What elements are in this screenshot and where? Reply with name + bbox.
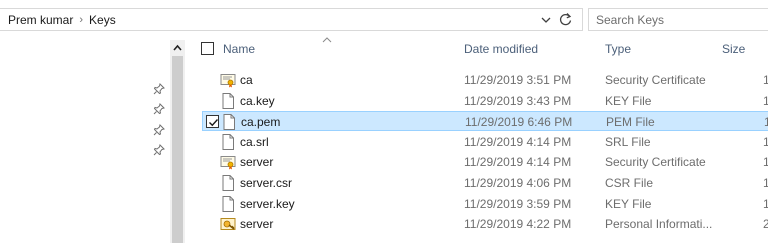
- checkmark-icon: [209, 119, 219, 127]
- column-header-size[interactable]: Size: [722, 42, 745, 56]
- file-date-modified: 11/29/2019 3:51 PM: [464, 73, 572, 87]
- file-size: 1: [763, 134, 768, 149]
- file-size: 1: [763, 176, 768, 190]
- file-name: ca.pem: [241, 115, 281, 130]
- refresh-icon: [559, 13, 572, 26]
- file-name: server.csr: [240, 176, 293, 190]
- file-size: 1: [763, 196, 768, 211]
- file-type: Security Certificate: [605, 155, 706, 170]
- file-row[interactable]: server 11/29/2019 4:14 PM Security Certi…: [202, 152, 768, 172]
- toolbar: Prem kumar › Keys Search Keys: [0, 0, 768, 40]
- file-date-modified: 11/29/2019 4:06 PM: [464, 176, 572, 190]
- pin-icon[interactable]: [153, 103, 165, 115]
- file-date-modified: 11/29/2019 4:14 PM: [464, 134, 572, 149]
- file-type: Personal Informati...: [605, 217, 713, 232]
- file-date-modified: 11/29/2019 3:59 PM: [464, 196, 572, 211]
- file-size: 1: [763, 93, 768, 108]
- file-row[interactable]: ca.key 11/29/2019 3:43 PM KEY File 1: [202, 91, 768, 111]
- document-icon: [221, 114, 237, 131]
- sort-ascending-icon: [322, 37, 332, 43]
- file-row[interactable]: server 11/29/2019 4:22 PM Personal Infor…: [202, 214, 768, 234]
- file-date-modified: 11/29/2019 4:22 PM: [464, 217, 572, 232]
- file-row[interactable]: ca 11/29/2019 3:51 PM Security Certifica…: [202, 70, 768, 90]
- document-icon: [220, 175, 236, 191]
- column-header-name[interactable]: Name: [223, 42, 255, 56]
- file-size: 2: [763, 217, 768, 232]
- breadcrumb-item-prem-kumar[interactable]: Prem kumar: [8, 13, 73, 27]
- file-row[interactable]: ca.pem 11/29/2019 6:46 PM PEM File 1: [202, 111, 768, 132]
- file-name: ca.srl: [240, 134, 269, 149]
- file-name: server: [240, 217, 274, 232]
- file-name: server.key: [240, 196, 295, 211]
- breadcrumb-item-keys[interactable]: Keys: [89, 13, 116, 27]
- pin-icon[interactable]: [153, 144, 165, 156]
- column-header-type[interactable]: Type: [605, 42, 631, 56]
- file-name: ca: [240, 73, 253, 87]
- select-all-checkbox[interactable]: [201, 42, 214, 55]
- file-type: Security Certificate: [605, 73, 706, 87]
- certificate-icon: [220, 72, 236, 88]
- search-box[interactable]: Search Keys: [588, 8, 768, 31]
- personal-info-exchange-icon: [220, 216, 236, 232]
- file-name: ca.key: [240, 93, 275, 108]
- file-row[interactable]: server.key 11/29/2019 3:59 PM KEY File 1: [202, 194, 768, 214]
- file-name: server: [240, 155, 274, 170]
- scrollbar-thumb[interactable]: [172, 56, 183, 243]
- chevron-down-icon: [541, 17, 551, 23]
- column-header-row: Name Date modified Type Size: [185, 37, 768, 68]
- breadcrumb: Prem kumar › Keys: [8, 12, 116, 28]
- document-icon: [220, 92, 236, 109]
- file-row[interactable]: server.csr 11/29/2019 4:06 PM CSR File 1: [202, 173, 768, 193]
- file-list: Name Date modified Type Size ca 11/29/20…: [185, 37, 768, 243]
- breadcrumb-separator[interactable]: ›: [79, 14, 83, 26]
- file-type: SRL File: [605, 134, 651, 149]
- scroll-up-arrow-icon[interactable]: [171, 42, 184, 54]
- address-bar[interactable]: Prem kumar › Keys: [0, 8, 583, 31]
- certificate-icon: [220, 154, 236, 170]
- pin-icon[interactable]: [153, 83, 165, 95]
- column-header-date-modified[interactable]: Date modified: [464, 42, 538, 56]
- search-input[interactable]: Search Keys: [596, 13, 664, 27]
- file-date-modified: 11/29/2019 4:14 PM: [464, 155, 572, 170]
- navigation-scrollbar[interactable]: [170, 40, 185, 243]
- file-size: 1: [763, 155, 768, 170]
- file-type: KEY File: [605, 93, 652, 108]
- pin-icon[interactable]: [153, 124, 165, 136]
- row-checkbox[interactable]: [206, 115, 219, 129]
- refresh-button[interactable]: [558, 11, 574, 28]
- document-icon: [220, 195, 236, 212]
- file-type: PEM File: [606, 115, 655, 130]
- navigation-pane: [0, 40, 170, 243]
- address-history-dropdown[interactable]: [540, 13, 552, 27]
- file-size: 1: [764, 115, 768, 130]
- file-row[interactable]: ca.srl 11/29/2019 4:14 PM SRL File 1: [202, 132, 768, 152]
- file-type: CSR File: [605, 176, 654, 190]
- document-icon: [220, 133, 236, 150]
- file-date-modified: 11/29/2019 6:46 PM: [465, 115, 573, 130]
- file-size: 1: [763, 73, 768, 87]
- file-type: KEY File: [605, 196, 652, 211]
- file-date-modified: 11/29/2019 3:43 PM: [464, 93, 572, 108]
